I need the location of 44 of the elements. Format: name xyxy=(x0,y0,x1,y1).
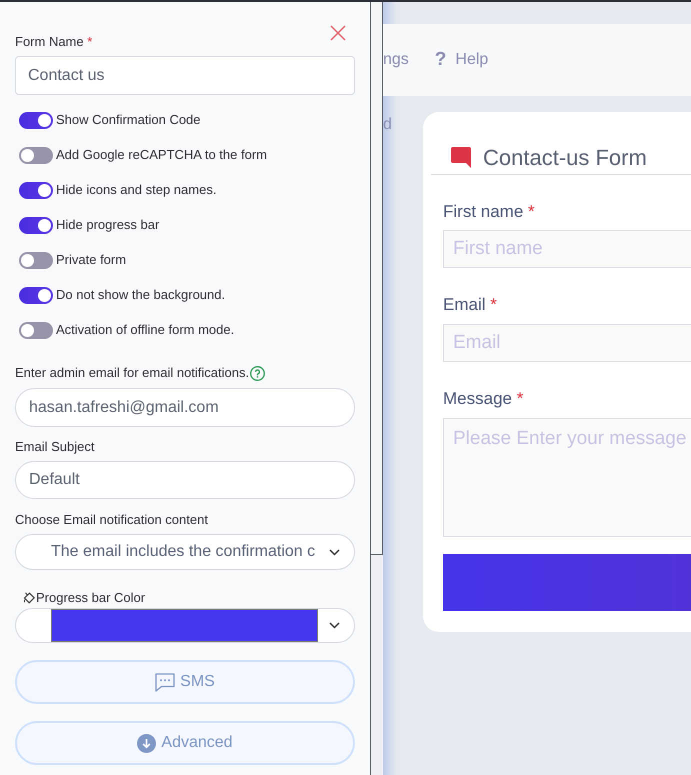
toggle-switch[interactable] xyxy=(19,216,53,234)
field-label: Form Name * xyxy=(15,34,92,50)
help-icon[interactable] xyxy=(250,366,266,380)
paint-bucket-icon xyxy=(23,592,36,604)
toggle-switch[interactable] xyxy=(19,182,53,198)
field-label: Choose Email notification content xyxy=(15,512,209,528)
toggle-switch[interactable] xyxy=(19,252,53,268)
toggle-switch[interactable] xyxy=(19,322,53,338)
color-picker[interactable] xyxy=(15,608,355,643)
toggle-label: Show Confirmation Code xyxy=(56,112,201,128)
chevron-down-icon xyxy=(329,548,340,556)
field-label: First name * xyxy=(443,202,536,222)
scrollbar-thumb[interactable] xyxy=(371,2,383,555)
field-label: Email * xyxy=(443,295,498,315)
sms-button[interactable]: SMS xyxy=(15,660,355,704)
toggle-switch[interactable] xyxy=(19,286,53,304)
form-title: Contact-us Form xyxy=(483,144,647,172)
close-icon[interactable] xyxy=(330,25,346,41)
toggle-switch[interactable] xyxy=(19,112,53,128)
field-label: Email Subject xyxy=(15,439,96,455)
chat-bubble-icon xyxy=(155,672,176,692)
field-label: Progress bar Color xyxy=(36,590,146,606)
toggle-label: Hide progress bar xyxy=(56,217,160,233)
toggle-switch[interactable] xyxy=(19,146,53,164)
toggle-label: Hide icons and step names. xyxy=(56,182,216,198)
menu-item[interactable]: d xyxy=(383,117,423,133)
advanced-button[interactable]: Advanced xyxy=(15,721,355,765)
toggle-label: Add Google reCAPTCHA to the form xyxy=(56,147,267,163)
email-input[interactable]: hasan.tafreshi@gmail.com xyxy=(15,388,355,427)
nav-link[interactable]: ? Help xyxy=(434,48,488,72)
scrollbar-track[interactable] xyxy=(370,2,383,775)
chat-bubble-icon xyxy=(451,146,471,168)
field-label: Enter admin email for email notifications. xyxy=(15,365,250,381)
toggle-label: Activation of offline form mode. xyxy=(56,322,234,338)
question-mark-icon: ? xyxy=(434,50,446,70)
form-name-input[interactable]: Contact us xyxy=(15,56,355,95)
toggle-label: Private form xyxy=(56,252,126,268)
field-label: Message * xyxy=(443,389,524,409)
chevron-down-icon xyxy=(329,622,340,629)
content-select[interactable]: The email includes the confirmation c xyxy=(15,534,355,570)
nav-link[interactable]: ngs xyxy=(383,48,409,72)
subject-input[interactable]: Default xyxy=(15,461,355,499)
arrow-down-circle-icon xyxy=(137,734,156,752)
toggle-label: Do not show the background. xyxy=(56,287,226,303)
